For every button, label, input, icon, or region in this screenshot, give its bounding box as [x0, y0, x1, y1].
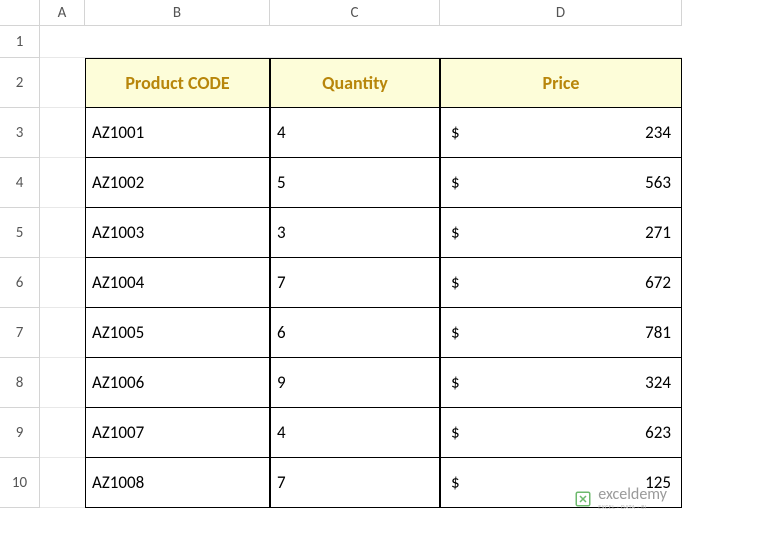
cell-qty[interactable]: 7 — [270, 458, 440, 508]
price-value: 563 — [645, 172, 671, 193]
cell-qty[interactable]: 6 — [270, 308, 440, 358]
cell-code[interactable]: AZ1002 — [85, 158, 270, 208]
spreadsheet-grid: A B C D 1 2 Product CODE Quantity Price … — [0, 0, 767, 508]
cell-a7[interactable] — [40, 308, 85, 358]
currency-symbol: $ — [451, 422, 460, 443]
cell-price[interactable]: $ 672 — [440, 258, 682, 308]
row-header-4[interactable]: 4 — [0, 158, 40, 208]
price-value: 781 — [645, 322, 671, 343]
header-quantity[interactable]: Quantity — [270, 58, 440, 108]
currency-symbol: $ — [451, 322, 460, 343]
row-header-9[interactable]: 9 — [0, 408, 40, 458]
cell-code[interactable]: AZ1001 — [85, 108, 270, 158]
cell-a3[interactable] — [40, 108, 85, 158]
cell-qty[interactable]: 5 — [270, 158, 440, 208]
row-header-1[interactable]: 1 — [0, 26, 40, 58]
cell-qty[interactable]: 4 — [270, 408, 440, 458]
currency-symbol: $ — [451, 472, 460, 493]
row-header-10[interactable]: 10 — [0, 458, 40, 508]
cell-price[interactable]: $ 623 — [440, 408, 682, 458]
col-header-d[interactable]: D — [440, 0, 682, 26]
cell-price[interactable]: $ 324 — [440, 358, 682, 408]
exceldemy-logo-icon — [574, 490, 592, 508]
cell-a6[interactable] — [40, 258, 85, 308]
currency-symbol: $ — [451, 272, 460, 293]
row-header-3[interactable]: 3 — [0, 108, 40, 158]
cell-b1[interactable] — [85, 26, 270, 58]
row-header-6[interactable]: 6 — [0, 258, 40, 308]
cell-price[interactable]: $ 271 — [440, 208, 682, 258]
header-price[interactable]: Price — [440, 58, 682, 108]
watermark-sub: EXCEL · DATA · BI — [598, 503, 667, 511]
price-value: 234 — [645, 122, 671, 143]
cell-qty[interactable]: 9 — [270, 358, 440, 408]
cell-qty[interactable]: 7 — [270, 258, 440, 308]
price-value: 672 — [645, 272, 671, 293]
cell-a8[interactable] — [40, 358, 85, 408]
cell-price[interactable]: $ 563 — [440, 158, 682, 208]
price-value: 324 — [645, 372, 671, 393]
row-header-2[interactable]: 2 — [0, 58, 40, 108]
cell-code[interactable]: AZ1003 — [85, 208, 270, 258]
cell-a10[interactable] — [40, 458, 85, 508]
row-header-5[interactable]: 5 — [0, 208, 40, 258]
cell-code[interactable]: AZ1007 — [85, 408, 270, 458]
currency-symbol: $ — [451, 172, 460, 193]
col-header-c[interactable]: C — [270, 0, 440, 26]
cell-price[interactable]: $ 781 — [440, 308, 682, 358]
cell-code[interactable]: AZ1004 — [85, 258, 270, 308]
cell-price[interactable]: $ 234 — [440, 108, 682, 158]
cell-qty[interactable]: 4 — [270, 108, 440, 158]
cell-a4[interactable] — [40, 158, 85, 208]
header-product-code[interactable]: Product CODE — [85, 58, 270, 108]
corner-cell[interactable] — [0, 0, 40, 26]
cell-c1[interactable] — [270, 26, 440, 58]
row-header-8[interactable]: 8 — [0, 358, 40, 408]
col-header-b[interactable]: B — [85, 0, 270, 26]
cell-a2[interactable] — [40, 58, 85, 108]
price-value: 271 — [645, 222, 671, 243]
cell-code[interactable]: AZ1006 — [85, 358, 270, 408]
col-header-a[interactable]: A — [40, 0, 85, 26]
cell-a9[interactable] — [40, 408, 85, 458]
cell-a1[interactable] — [40, 26, 85, 58]
cell-a5[interactable] — [40, 208, 85, 258]
currency-symbol: $ — [451, 372, 460, 393]
cell-code[interactable]: AZ1005 — [85, 308, 270, 358]
currency-symbol: $ — [451, 222, 460, 243]
row-header-7[interactable]: 7 — [0, 308, 40, 358]
cell-qty[interactable]: 3 — [270, 208, 440, 258]
cell-code[interactable]: AZ1008 — [85, 458, 270, 508]
currency-symbol: $ — [451, 122, 460, 143]
watermark: exceldemy EXCEL · DATA · BI — [574, 487, 667, 511]
price-value: 623 — [645, 422, 671, 443]
watermark-name: exceldemy — [598, 487, 667, 503]
cell-d1[interactable] — [440, 26, 682, 58]
